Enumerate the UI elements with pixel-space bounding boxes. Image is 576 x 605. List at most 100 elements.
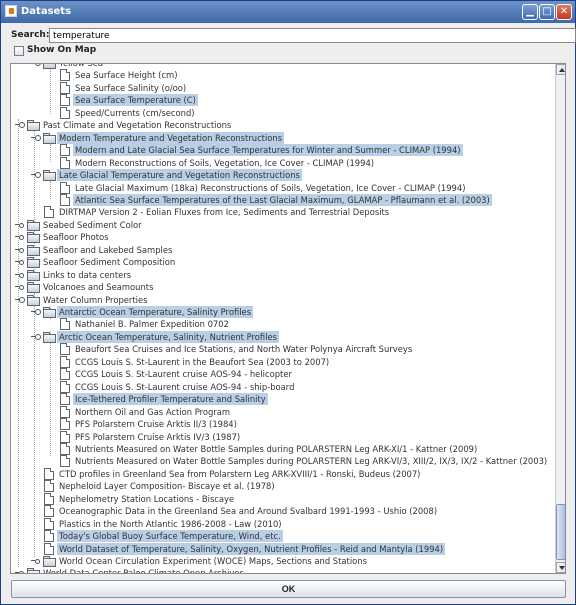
tree-dataset-node[interactable]: Northern Oil and Gas Action Program <box>11 405 555 418</box>
document-icon <box>60 430 70 443</box>
tree-dataset-node[interactable]: Beaufort Sea Cruises and Ice Stations, a… <box>11 343 555 356</box>
folder-icon <box>43 556 56 567</box>
tree-dataset-node[interactable]: CCGS Louis S. St-Laurent cruise AOS-94 -… <box>11 368 555 381</box>
tree-dataset-node[interactable]: Nepheloid Layer Composition- Biscaye et … <box>11 480 555 493</box>
tree-dataset-node[interactable]: Sea Surface Temperature (C) <box>11 94 555 107</box>
tree-dataset-node[interactable]: Modern Reconstructions of Soils, Vegetat… <box>11 156 555 169</box>
tree-node-label: Nutrients Measured on Water Bottle Sampl… <box>75 443 478 454</box>
tree-dataset-node[interactable]: Late Glacial Maximum (18ka) Reconstructi… <box>11 181 555 194</box>
tree-folder-node[interactable]: Seafloor Photos <box>11 231 555 244</box>
tree-folder-node[interactable]: Antarctic Ocean Temperature, Salinity Pr… <box>11 306 555 318</box>
tree-node-label: Atlantic Sea Surface Temperatures of the… <box>73 193 492 206</box>
document-icon <box>60 94 70 107</box>
tree-node-label: DIRTMAP Version 2 - Eolian Fluxes from I… <box>59 207 390 218</box>
search-input[interactable] <box>49 28 576 43</box>
tree-expanded-handle-icon[interactable] <box>31 333 41 340</box>
scroll-up-arrow-icon[interactable] <box>556 64 565 75</box>
tree-dataset-node[interactable]: CCGS Louis S. St-Laurent cruise AOS-94 -… <box>11 380 555 393</box>
tree-collapsed-handle-icon[interactable] <box>15 234 24 241</box>
folder-icon <box>27 269 40 281</box>
tree-dataset-node[interactable]: Nutrients Measured on Water Bottle Sampl… <box>11 455 555 468</box>
tree-dataset-node[interactable]: Ice-Tethered Profiler Temperature and Sa… <box>11 393 555 406</box>
tree-dataset-node[interactable]: Sea Surface Salinity (o/oo) <box>11 81 555 94</box>
tree-folder-node[interactable]: Modern Temperature and Vegetation Recons… <box>11 131 555 144</box>
tree-dataset-node[interactable]: Oceanographic Data in the Greenland Sea … <box>11 505 555 518</box>
title-bar[interactable]: Datasets ▁ □ ✕ <box>1 1 575 23</box>
document-icon <box>60 368 70 381</box>
tree-folder-node[interactable]: Yellow Sea <box>11 64 555 69</box>
tree-dataset-node[interactable]: Atlantic Sea Surface Temperatures of the… <box>11 193 555 206</box>
tree-expanded-handle-icon[interactable] <box>31 134 41 141</box>
tree-folder-node[interactable]: Seafloor and Lakebed Samples <box>11 244 555 256</box>
tree-dataset-node[interactable]: Plastics in the North Atlantic 1986-2008… <box>11 517 555 530</box>
tree-node-label: Late Glacial Maximum (18ka) Reconstructi… <box>75 182 466 193</box>
tree-collapsed-handle-icon[interactable] <box>31 558 40 564</box>
tree-folder-node[interactable]: Links to data centers <box>11 269 555 281</box>
show-on-map-checkbox[interactable] <box>14 46 24 56</box>
folder-icon <box>27 244 40 256</box>
tree-node-label: Ice-Tethered Profiler Temperature and Sa… <box>73 393 268 406</box>
tree-collapsed-handle-icon[interactable] <box>15 259 24 266</box>
tree-node-label: Antarctic Ocean Temperature, Salinity Pr… <box>57 306 254 318</box>
document-icon <box>60 442 70 455</box>
tree-dataset-node[interactable]: CCGS Louis S. St-Laurent in the Beaufort… <box>11 355 555 368</box>
tree-dataset-node[interactable]: CTD profiles in Greenland Sea from Polar… <box>11 467 555 480</box>
tree-folder-node[interactable]: World Ocean Circulation Experiment (WOCE… <box>11 555 555 567</box>
folder-icon <box>43 170 56 182</box>
tree-collapsed-handle-icon[interactable] <box>15 247 24 253</box>
tree-expanded-handle-icon[interactable] <box>15 122 25 129</box>
tree-folder-node[interactable]: World Data Center Paleo Climate Open Arc… <box>11 567 555 573</box>
tree-folder-node[interactable]: Water Column Properties <box>11 294 555 306</box>
tree-folder-node[interactable]: Past Climate and Vegetation Reconstructi… <box>11 119 555 132</box>
document-icon <box>60 81 70 94</box>
tree-node-label: Nathaniel B. Palmer Expedition 0702 <box>75 319 229 330</box>
show-on-map-label: Show On Map <box>27 45 97 55</box>
tree-collapsed-handle-icon[interactable] <box>15 284 24 291</box>
tree-dataset-node[interactable]: World Dataset of Temperature, Salinity, … <box>11 542 555 555</box>
tree-node-label: Volcanoes and Seamounts <box>43 282 154 293</box>
tree-node-label: Nepheloid Layer Composition- Biscaye et … <box>59 481 275 492</box>
tree-expanded-handle-icon[interactable] <box>31 172 41 179</box>
tree-dataset-node[interactable]: DIRTMAP Version 2 - Eolian Fluxes from I… <box>11 206 555 219</box>
document-icon <box>60 156 70 169</box>
tree-dataset-node[interactable]: Nathaniel B. Palmer Expedition 0702 <box>11 318 555 331</box>
minimize-button[interactable]: ▁ <box>522 4 538 20</box>
tree-folder-node[interactable]: Late Glacial Temperature and Vegetation … <box>11 169 555 182</box>
ok-button[interactable]: OK <box>11 580 566 598</box>
tree-node-label: Seafloor Photos <box>43 232 109 243</box>
tree-node-label: Past Climate and Vegetation Reconstructi… <box>43 120 232 131</box>
tree-collapsed-handle-icon[interactable] <box>15 272 24 278</box>
tree-dataset-node[interactable]: Sea Surface Height (cm) <box>11 69 555 82</box>
tree-dataset-node[interactable]: PFS Polarstern Cruise Arktis IV/3 (1987) <box>11 430 555 443</box>
scroll-thumb[interactable] <box>556 504 565 560</box>
tree-folder-node[interactable]: Arctic Ocean Temperature, Salinity, Nutr… <box>11 330 555 343</box>
tree-node-label: Modern and Late Glacial Sea Surface Temp… <box>73 144 463 157</box>
tree-dataset-node[interactable]: Today's Global Buoy Surface Temperature,… <box>11 530 555 543</box>
vertical-scrollbar[interactable] <box>555 64 565 573</box>
tree-dataset-node[interactable]: Speed/Currents (cm/second) <box>11 106 555 119</box>
document-icon <box>44 505 54 518</box>
tree-dataset-node[interactable]: PFS Polarstern Cruise Arktis II/3 (1984) <box>11 418 555 431</box>
tree-dataset-node[interactable]: Nephelometry Station Locations - Biscaye <box>11 492 555 505</box>
tree-folder-node[interactable]: Seafloor Sediment Composition <box>11 256 555 269</box>
tree-folder-node[interactable]: Volcanoes and Seamounts <box>11 281 555 294</box>
folder-icon <box>43 64 56 69</box>
scroll-down-arrow-icon[interactable] <box>556 562 565 573</box>
maximize-button[interactable]: □ <box>539 4 555 20</box>
window-title: Datasets <box>21 6 72 17</box>
tree-collapsed-handle-icon[interactable] <box>15 570 24 573</box>
tree-expanded-handle-icon[interactable] <box>15 296 25 303</box>
tree-dataset-node[interactable]: Nutrients Measured on Water Bottle Sampl… <box>11 442 555 455</box>
tree-node-label: CCGS Louis S. St-Laurent cruise AOS-94 -… <box>75 381 295 392</box>
tree-dataset-node[interactable]: Modern and Late Glacial Sea Surface Temp… <box>11 144 555 157</box>
document-icon <box>44 517 54 530</box>
close-button[interactable]: ✕ <box>556 4 572 20</box>
tree-collapsed-handle-icon[interactable] <box>15 222 24 228</box>
tree-expanded-handle-icon[interactable] <box>31 64 41 66</box>
document-icon <box>60 405 70 418</box>
dataset-tree[interactable]: Yellow Sea Sea Surface Height (cm) Sea Sur… <box>11 64 555 573</box>
tree-node-label: Seafloor and Lakebed Samples <box>43 244 173 255</box>
document-icon <box>60 343 70 356</box>
tree-expanded-handle-icon[interactable] <box>31 309 41 315</box>
tree-folder-node[interactable]: Seabed Sediment Color <box>11 219 555 231</box>
